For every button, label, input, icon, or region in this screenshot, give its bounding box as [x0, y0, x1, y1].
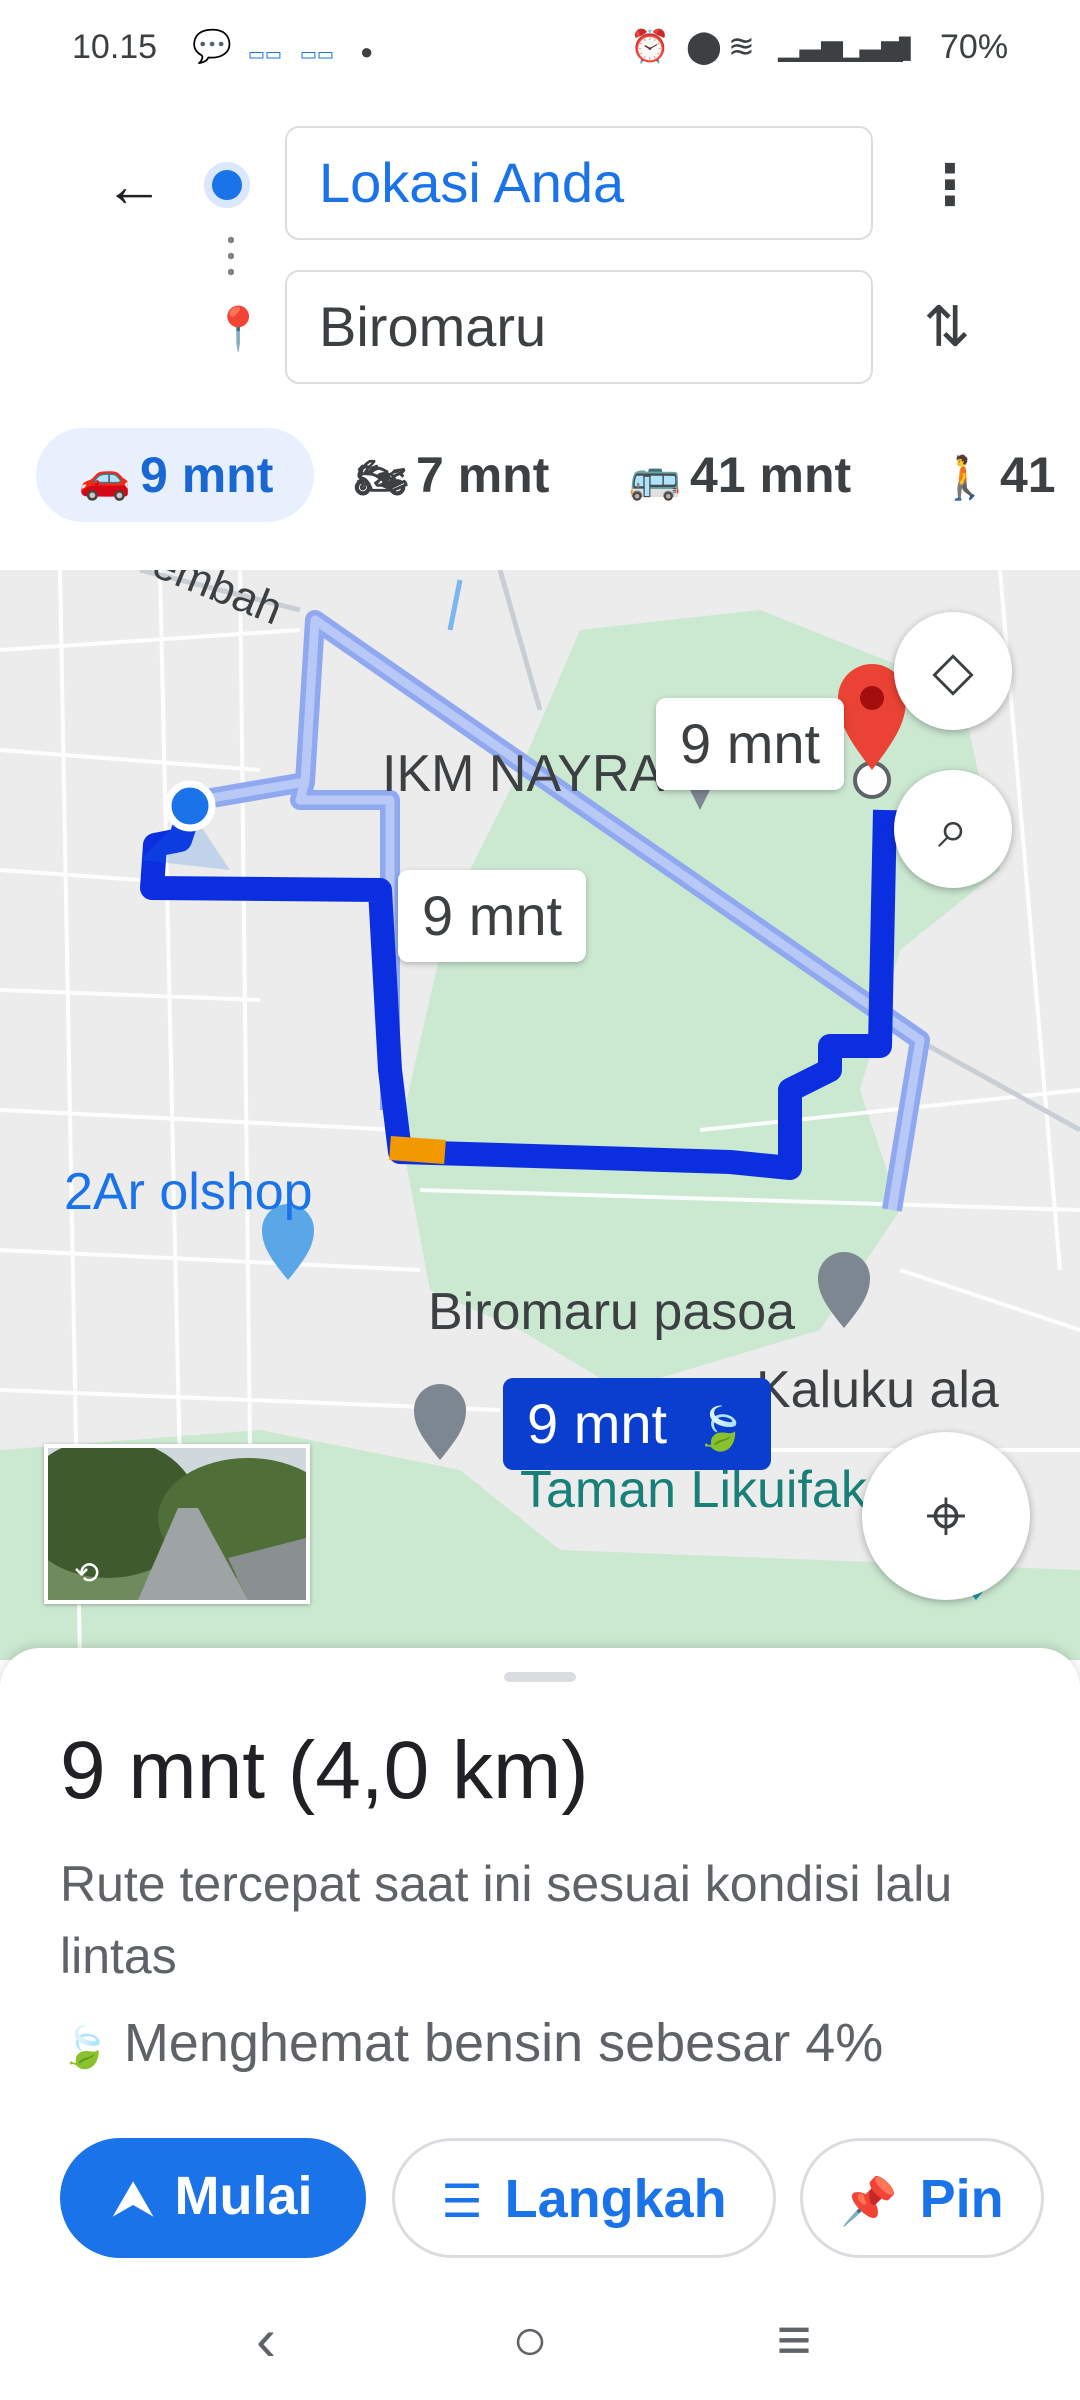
poi-label-biromaru-pasoa[interactable]: Biromaru pasoa [428, 1282, 795, 1342]
layers-icon[interactable]: ◇ [894, 612, 1012, 730]
motorcycle-icon: 🏍 [354, 454, 408, 501]
clock: 10.15 [72, 28, 158, 66]
tab-walk[interactable]: 🚶 41 [930, 428, 1056, 522]
walk-time: 41 [1000, 447, 1056, 503]
nav-home-icon[interactable]: ○ [480, 2300, 580, 2380]
eco-leaf-icon: 🍃 [60, 2026, 110, 2070]
eta-alt-route-2[interactable]: 9 mnt [398, 870, 587, 962]
river [447, 579, 463, 631]
eta-alt-route-1[interactable]: 9 mnt [656, 698, 845, 790]
dot-icon: ● [360, 39, 374, 64]
my-location-icon[interactable]: ⌖ [862, 1432, 1030, 1600]
alarm-icon: ⏰ [630, 28, 670, 64]
more-options-icon[interactable]: ⋮ [920, 150, 980, 220]
list-icon: ☰ [441, 2175, 483, 2227]
signal-icon: ▁▃▅ [778, 30, 843, 61]
eco-leaf-icon: 🍃 [694, 1405, 747, 1452]
status-bar: 10.15 💬 ▭▭ ▭▭ ● ⏰ ⬤ ≋ ▁▃▅ ▁▃▅ ▮ 70% [0, 0, 1080, 100]
battery-icon: ▮ [896, 28, 914, 64]
current-location-marker [164, 780, 216, 832]
app-icon: ▭▭ [248, 44, 283, 64]
destination-pin-icon: 📍 [212, 305, 265, 352]
tab-motorcycle[interactable]: 🏍 7 mnt [346, 428, 549, 522]
start-button[interactable]: ⮝ Mulai [60, 2138, 366, 2258]
steps-label: Langkah [504, 2169, 727, 2229]
nav-recents-icon[interactable]: ≡ [744, 2300, 844, 2380]
traffic-segment [389, 1136, 446, 1164]
eco-note-text: Menghemat bensin sebesar 4% [123, 2013, 884, 2073]
eta-main-text: 9 mnt [527, 1392, 668, 1455]
destination-marker-dot [860, 686, 884, 710]
bus-icon: 🚌 [628, 454, 682, 501]
back-arrow-icon[interactable]: ← [98, 150, 170, 222]
navigation-arrow-icon: ⮝ [113, 2172, 153, 2224]
route-summary: 9 mnt (4,0 km) [60, 1724, 589, 1818]
walk-icon: 🚶 [938, 454, 992, 501]
place-pin [414, 1384, 466, 1460]
steps-button[interactable]: ☰ Langkah [392, 2138, 776, 2258]
tab-car[interactable]: 🚗 9 mnt [36, 428, 314, 522]
nav-back-icon[interactable]: ‹ [216, 2300, 316, 2380]
location-icon: ⬤ [686, 28, 722, 64]
route-description: Rute tercepat saat ini sesuai kondisi la… [60, 1856, 953, 1984]
tab-transit[interactable]: 🚌 41 mnt [620, 428, 851, 522]
swap-directions-icon[interactable]: ⇅ [912, 292, 982, 362]
pin-label: Pin [919, 2169, 1004, 2229]
360-rotate-icon: ⟲ [74, 1557, 100, 1590]
car-time: 9 mnt [140, 447, 274, 503]
chat-bubble-icon: 💬 [192, 28, 232, 64]
battery-level: 70% [940, 28, 1009, 66]
route-dots-icon [228, 232, 234, 278]
car-icon: 🚗 [78, 454, 132, 501]
motorcycle-time: 7 mnt [416, 447, 550, 503]
poi-label-olshop[interactable]: 2Ar olshop [64, 1162, 313, 1222]
drag-handle[interactable] [504, 1672, 576, 1682]
wifi-icon: ≋ [728, 28, 755, 64]
destination-field[interactable]: Biromaru [285, 270, 873, 384]
eta-main-route[interactable]: 9 mnt 🍃 [503, 1378, 771, 1470]
pin-button[interactable]: 📌 Pin [800, 2138, 1044, 2258]
route-duration: 9 mnt [60, 1725, 266, 1816]
origin-dot-icon [204, 162, 250, 208]
route-distance: (4,0 km) [287, 1725, 589, 1816]
app-icon: ▭▭ [300, 44, 335, 64]
poi-label-ikm: IKM NAYRA [382, 745, 665, 803]
eco-note: 🍃 Menghemat bensin sebesar 4% [60, 2012, 883, 2074]
transit-time: 41 mnt [690, 447, 852, 503]
poi-label-kaluku[interactable]: Kaluku ala [756, 1360, 999, 1420]
pin-icon: 📌 [840, 2175, 898, 2227]
street-view-thumbnail[interactable]: ⟲ [44, 1444, 310, 1604]
origin-field[interactable]: Lokasi Anda [285, 126, 873, 240]
signal-icon: ▁▃▅ [838, 30, 903, 61]
search-icon[interactable]: ⌕ [894, 770, 1012, 888]
start-label: Mulai [174, 2166, 313, 2226]
